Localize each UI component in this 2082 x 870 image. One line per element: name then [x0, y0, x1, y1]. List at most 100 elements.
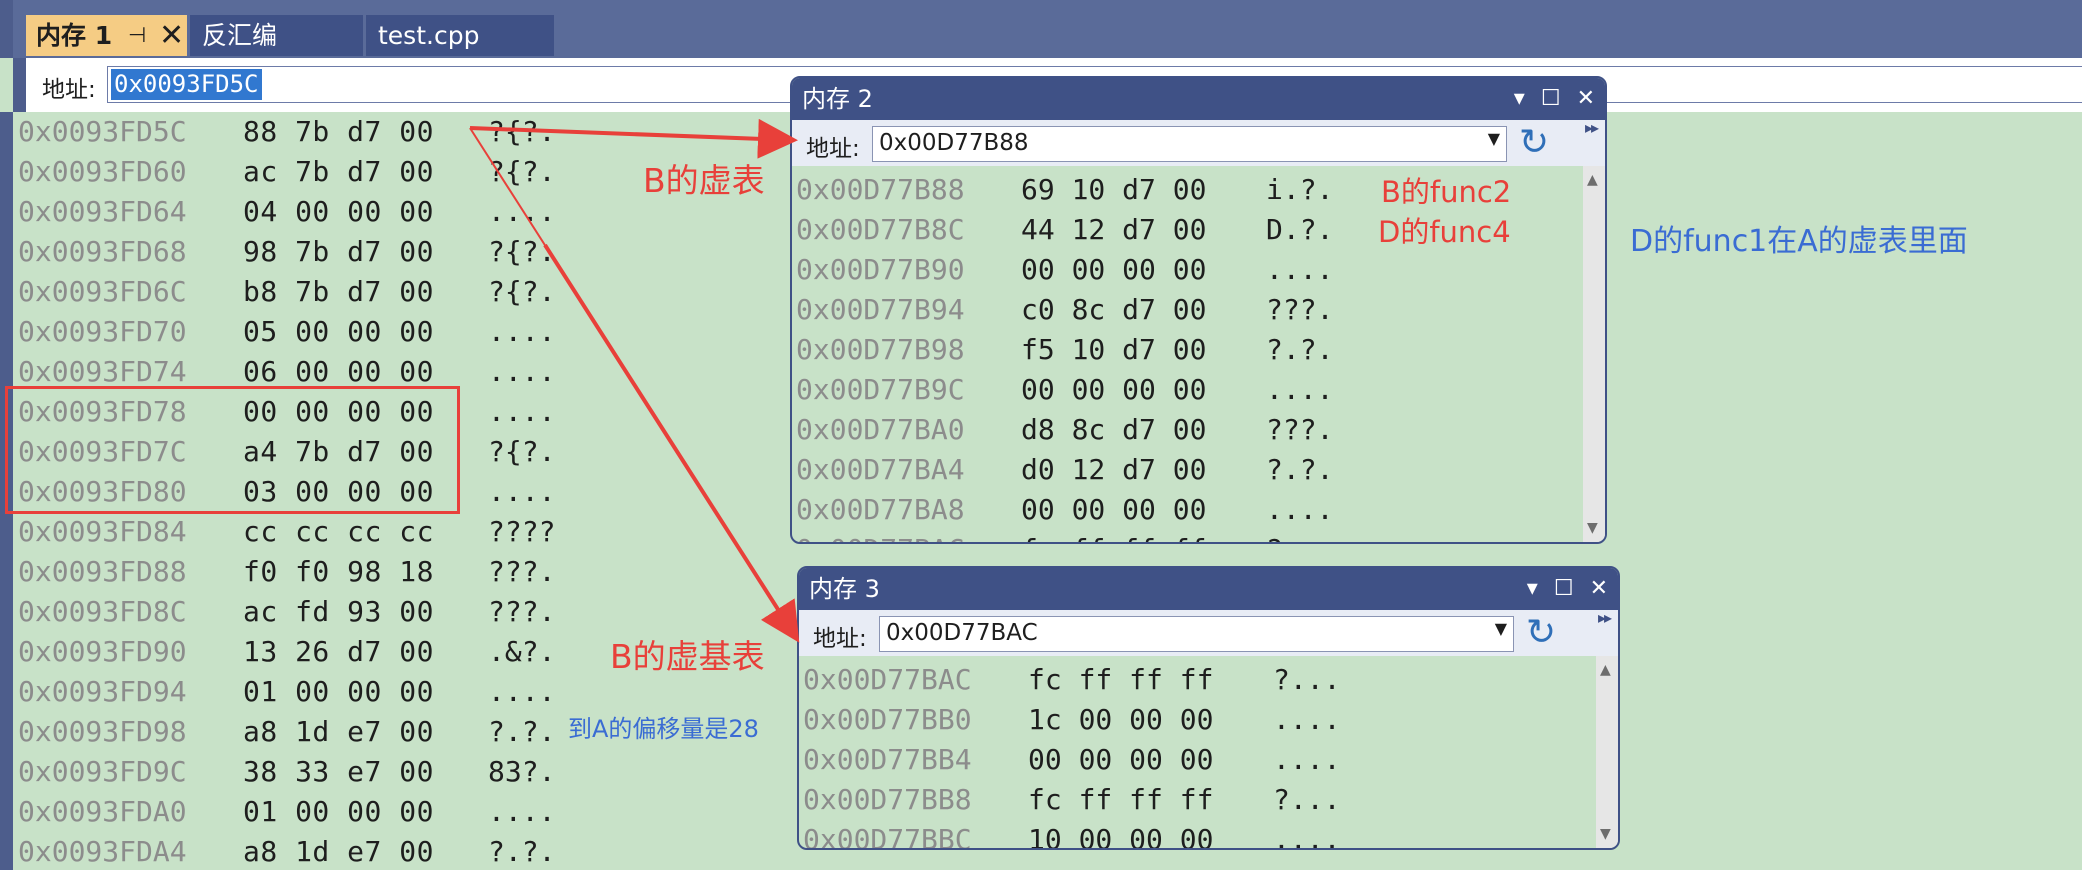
- memory-ascii: ....: [488, 315, 556, 348]
- vertical-scrollbar[interactable]: ▲ ▼: [1583, 166, 1605, 542]
- annotation-d-func4: D的func4: [1378, 215, 1511, 249]
- tab-disassembly-label: 反汇编: [202, 21, 278, 50]
- address-combobox[interactable]: 0x00D77BAC ▼: [879, 616, 1514, 652]
- memory-ascii: ?...: [1266, 530, 1333, 542]
- memory-address: 0x00D77BAC: [803, 663, 972, 696]
- annotation-b-vtable: B的虚表: [643, 161, 765, 200]
- memory-ascii: .&?.: [488, 635, 556, 668]
- scroll-up-icon[interactable]: ▲: [1600, 662, 1611, 678]
- address-combobox[interactable]: 0x00D77B88 ▼: [872, 126, 1507, 162]
- window-title: 内存 3: [809, 575, 880, 603]
- memory-address: 0x0093FD8C: [18, 595, 187, 628]
- memory-address: 0x00D77BB0: [803, 703, 972, 736]
- chevron-down-icon[interactable]: ▼: [1488, 129, 1500, 148]
- memory-bytes: 00 00 00 00: [1021, 373, 1207, 406]
- address-label: 地址:: [813, 626, 867, 652]
- memory-ascii: ....: [1273, 703, 1341, 736]
- memory-address: 0x00D77BBC: [803, 823, 972, 848]
- memory-ascii: ?{?.: [488, 435, 556, 468]
- memory-ascii: ????: [488, 515, 556, 548]
- chevron-down-icon[interactable]: ▼: [1495, 619, 1507, 638]
- refresh-icon[interactable]: ↻: [1519, 122, 1549, 163]
- memory-ascii: ....: [488, 355, 556, 388]
- annotation-d-func1: D的func1在A的虚表里面: [1630, 224, 1968, 259]
- memory-ascii: ???.: [488, 595, 556, 628]
- tab-test-cpp[interactable]: test.cpp: [366, 15, 554, 56]
- memory-ascii: ....: [488, 795, 556, 828]
- memory-window-2[interactable]: 内存 2 ▾ ☐ ✕ 地址: 0x00D77B88 ▼ ↻ ▸▸ 0x00D77B8…: [790, 76, 1607, 544]
- memory-address: 0x0093FD9C: [18, 755, 187, 788]
- memory-bytes: fc ff ff ff: [1021, 530, 1206, 542]
- memory-ascii: 83?.: [488, 755, 556, 788]
- address-value: 0x00D77BAC: [886, 620, 1038, 646]
- memory-bytes: 00 00 00 00: [1021, 253, 1207, 286]
- memory-address: 0x0093FD94: [18, 675, 187, 708]
- scroll-up-icon[interactable]: ▲: [1587, 172, 1598, 188]
- memory-ascii: ....: [1266, 253, 1334, 286]
- memory-bytes: 1c 00 00 00: [1028, 703, 1214, 736]
- memory-address: 0x0093FDA4: [18, 835, 187, 868]
- memory-address: 0x0093FD98: [18, 715, 187, 748]
- memory-bytes: f0 f0 98 18: [243, 555, 434, 588]
- memory-address: 0x0093FD88: [18, 555, 187, 588]
- memory-address: 0x0093FD5C: [18, 115, 187, 148]
- tab-test-cpp-label: test.cpp: [378, 21, 480, 50]
- memory-ascii: ???.: [1266, 413, 1334, 446]
- window-title: 内存 2: [802, 85, 873, 113]
- dropdown-icon[interactable]: ▾: [1514, 86, 1525, 111]
- memory-address: 0x0093FD6C: [18, 275, 187, 308]
- window-title-bar[interactable]: 内存 3 ▾ ☐ ✕: [799, 568, 1618, 610]
- memory-bytes: 98 7b d7 00: [243, 235, 434, 268]
- memory-address: 0x00D77BA4: [796, 453, 965, 486]
- maximize-icon[interactable]: ☐: [1541, 86, 1561, 111]
- memory-bytes: ac fd 93 00: [243, 595, 434, 628]
- memory-bytes: 05 00 00 00: [243, 315, 434, 348]
- memory-bytes: cc cc cc cc: [243, 515, 434, 548]
- overflow-icon[interactable]: ▸▸: [1585, 118, 1599, 137]
- memory-ascii: ?{?.: [488, 275, 556, 308]
- close-icon[interactable]: ✕: [1577, 86, 1595, 111]
- memory-ascii: ....: [1266, 493, 1334, 526]
- tab-memory-1[interactable]: 内存 1 ⊣ ✕: [26, 15, 187, 56]
- memory-bytes: 10 00 00 00: [1028, 823, 1214, 848]
- memory-ascii: ....: [1273, 743, 1341, 776]
- memory-address: 0x00D77BA0: [796, 413, 965, 446]
- memory-address: 0x0093FD64: [18, 195, 187, 228]
- memory-bytes: fc ff ff ff: [1028, 663, 1214, 696]
- memory-address: 0x0093FD84: [18, 515, 187, 548]
- vertical-scrollbar[interactable]: ▲ ▼: [1596, 656, 1618, 848]
- close-icon[interactable]: ✕: [159, 15, 184, 56]
- memory-ascii: ....: [1273, 823, 1341, 848]
- pin-icon[interactable]: ⊣: [128, 15, 146, 56]
- memory-ascii: ?.?.: [488, 715, 556, 748]
- scroll-down-icon[interactable]: ▼: [1600, 826, 1611, 842]
- memory-ascii: ?{?.: [488, 115, 556, 148]
- close-icon[interactable]: ✕: [1590, 576, 1608, 601]
- memory-ascii: ....: [488, 475, 556, 508]
- memory-address: 0x00D77B98: [796, 333, 965, 366]
- address-value: 0x0093FD5C: [111, 69, 262, 100]
- refresh-icon[interactable]: ↻: [1526, 612, 1556, 653]
- tab-disassembly[interactable]: 反汇编: [190, 15, 363, 56]
- memory-ascii: ?...: [1273, 663, 1341, 696]
- memory-bytes: 01 00 00 00: [243, 675, 434, 708]
- memory-ascii: ???.: [1266, 293, 1334, 326]
- memory-grid-3[interactable]: 0x00D77BAC fc ff ff ff?... 0x00D77BB0 1c 00…: [799, 656, 1596, 848]
- window-controls: ▾ ☐ ✕: [1498, 78, 1595, 120]
- window-title-bar[interactable]: 内存 2 ▾ ☐ ✕: [792, 78, 1605, 120]
- highlight-box: [5, 386, 460, 514]
- memory-bytes: b8 7b d7 00: [243, 275, 434, 308]
- scroll-down-icon[interactable]: ▼: [1587, 520, 1598, 536]
- address-label: 地址:: [806, 136, 860, 162]
- memory-bytes: a8 1d e7 00: [243, 835, 434, 868]
- maximize-icon[interactable]: ☐: [1554, 576, 1574, 601]
- memory-bytes: d8 8c d7 00: [1021, 413, 1207, 446]
- window-address-bar: 地址: 0x00D77BAC ▼ ↻ ▸▸: [799, 608, 1618, 656]
- dropdown-icon[interactable]: ▾: [1527, 576, 1538, 601]
- overflow-icon[interactable]: ▸▸: [1598, 608, 1612, 627]
- memory-window-3[interactable]: 内存 3 ▾ ☐ ✕ 地址: 0x00D77BAC ▼ ↻ ▸▸ 0x00D77BA…: [797, 566, 1620, 850]
- memory-address: 0x00D77B90: [796, 253, 965, 286]
- memory-bytes: 38 33 e7 00: [243, 755, 434, 788]
- memory-bytes: 00 00 00 00: [1028, 743, 1214, 776]
- memory-bytes: d0 12 d7 00: [1021, 453, 1207, 486]
